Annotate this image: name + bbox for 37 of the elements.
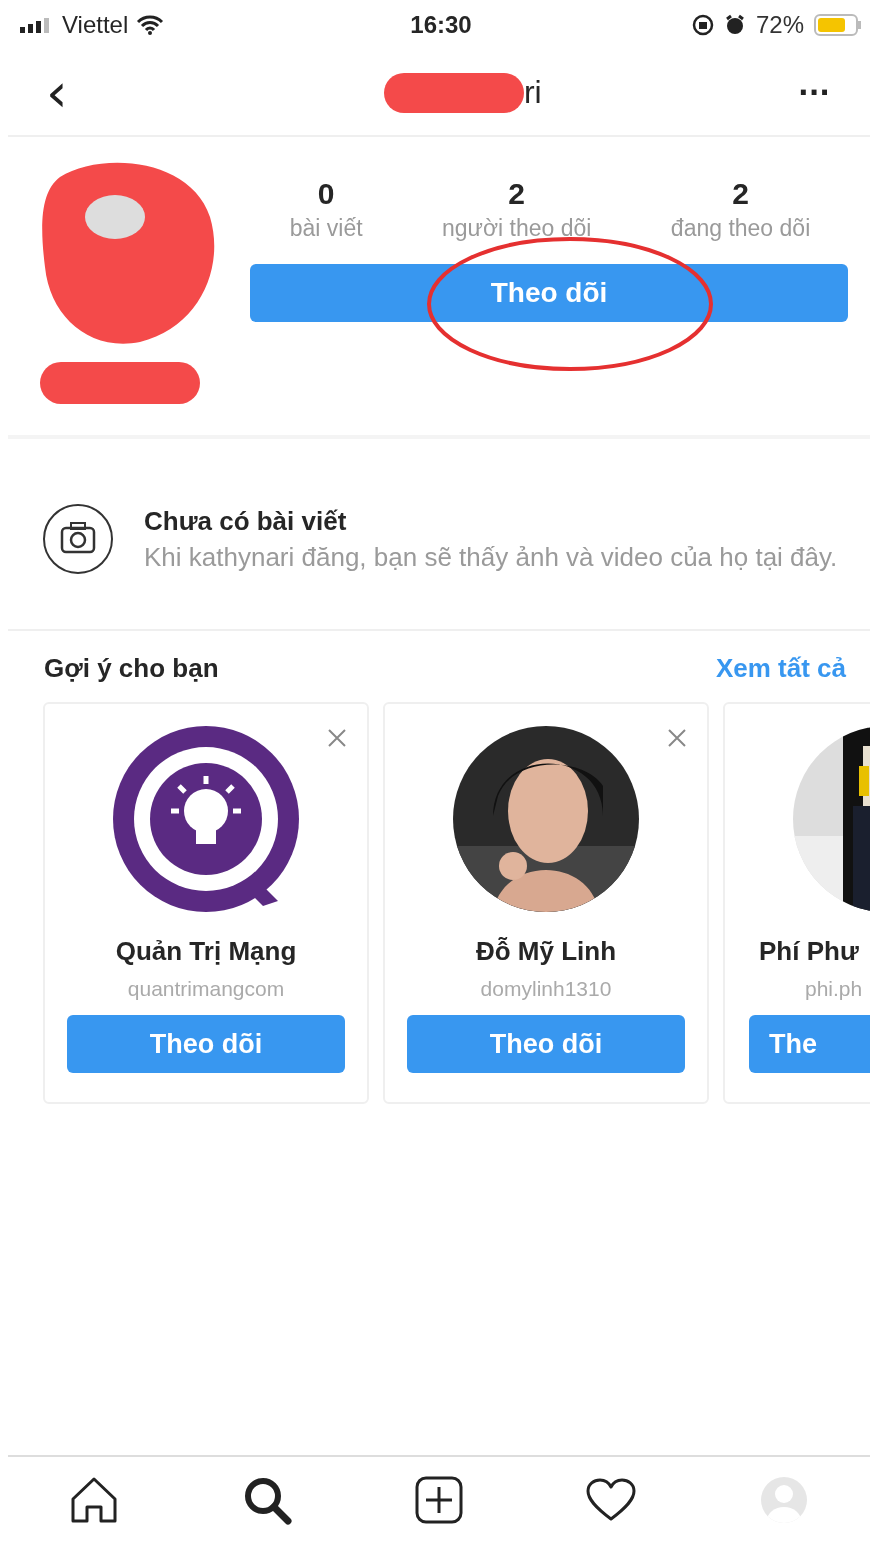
empty-description: Khi kathynari đăng, bạn sẽ thấy ảnh và video của họ tại đây. [144,540,839,573]
stat-label: bài viết [289,215,363,242]
profile-username: ri [523,74,542,111]
see-all-link[interactable]: Xem tất cả [715,653,846,684]
alarm-icon [723,14,746,36]
more-button[interactable]: ··· [798,78,830,107]
battery-icon [814,13,862,37]
stat-count: 0 [317,177,335,211]
empty-title: Chưa có bài viết [144,505,348,537]
stat-count: 2 [732,177,749,211]
follow-button[interactable]: Theo dõi [67,1015,345,1073]
follow-button[interactable]: Theo dõi [250,264,848,322]
lightbulb-logo-icon [113,726,299,912]
stat-label: người theo dõi [442,215,592,242]
wifi-icon [136,15,165,35]
stat-count: 2 [508,177,526,211]
close-icon[interactable] [327,728,347,748]
carrier-name: Viettel [62,11,129,39]
back-button[interactable]: ‹ [46,65,68,120]
suggested-name: Quản Trị Mạng [115,936,297,967]
home-icon[interactable] [69,1475,120,1525]
follow-button[interactable]: Theo dõi [407,1015,685,1073]
stat-label: đang theo dõi [670,215,811,242]
follow-button[interactable]: The [749,1015,870,1073]
battery-percent: 72% [755,11,804,39]
suggested-name: Đỗ Mỹ Linh [475,936,617,967]
close-icon[interactable] [667,728,687,748]
heart-icon[interactable] [585,1477,638,1523]
suggested-username: domylinh1310 [480,977,612,1001]
lock-rotation-icon [691,14,714,36]
add-icon[interactable] [413,1475,464,1525]
clock-time: 16:30 [410,11,472,39]
suggested-username: quantrimangcom [127,977,285,1001]
section-title: Gợi ý cho bạn [44,653,219,684]
suggested-name: Phí Phư [759,936,859,967]
suggested-username: phi.ph [805,977,863,1001]
camera-icon [42,503,114,575]
